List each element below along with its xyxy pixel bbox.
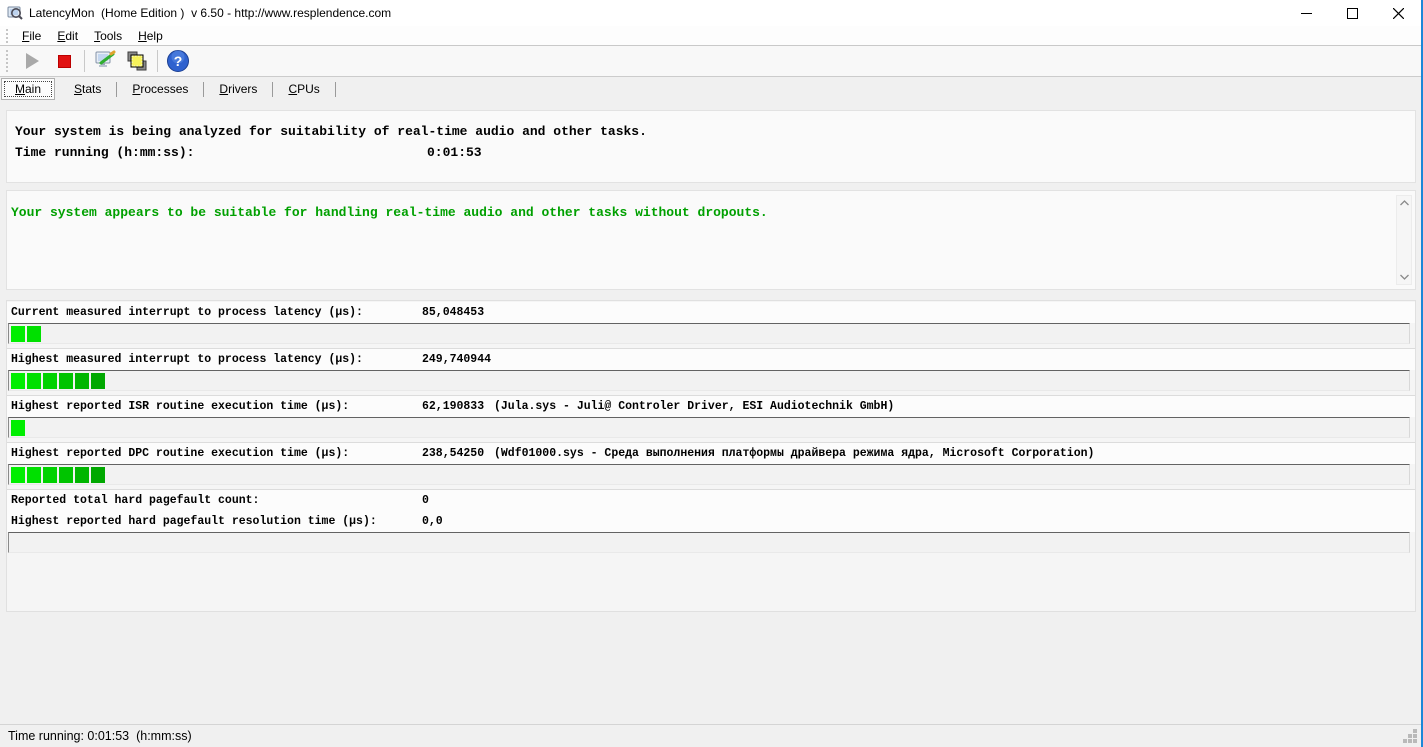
latency-bar-segment: [59, 467, 73, 483]
measurements-panel: Current measured interrupt to process la…: [6, 300, 1416, 612]
scroll-down-button[interactable]: [1397, 270, 1411, 284]
maximize-button[interactable]: [1329, 0, 1375, 26]
stop-monitor-button[interactable]: [50, 48, 78, 74]
latency-bar: [8, 417, 1410, 438]
toolbar-separator: [84, 50, 85, 72]
latency-bar-segment: [91, 467, 105, 483]
app-icon: [7, 5, 23, 21]
tool-bar: ?: [0, 46, 1421, 77]
measurement-row: Highest reported DPC routine execution t…: [7, 443, 1415, 490]
help-button[interactable]: ?: [164, 48, 192, 74]
tab-stats[interactable]: Stats: [61, 78, 114, 100]
tab-separator: [335, 82, 336, 97]
tab-drivers[interactable]: Drivers: [206, 78, 270, 100]
analysis-status-text: Your system is being analyzed for suitab…: [15, 121, 1415, 142]
play-icon: [26, 53, 39, 69]
close-button[interactable]: [1375, 0, 1421, 26]
measurement-value: 62,190833: [422, 396, 484, 417]
processes-icon: [125, 49, 149, 73]
menu-help[interactable]: Help: [130, 26, 171, 45]
client-area: Your system is being analyzed for suitab…: [0, 101, 1421, 724]
maximize-icon: [1347, 8, 1358, 19]
measurement-label: Highest measured interrupt to process la…: [11, 353, 363, 366]
measurement-label: Highest reported ISR routine execution t…: [11, 400, 349, 413]
latency-bar-segment: [27, 373, 41, 389]
status-bar: Time running: 0:01:53 (h:mm:ss): [0, 724, 1421, 747]
title-bar: LatencyMon (Home Edition ) v 6.50 - http…: [0, 0, 1421, 26]
menu-tools[interactable]: Tools: [86, 26, 130, 45]
options-icon: [93, 49, 117, 73]
measurement-driver-detail: (Jula.sys - Juli@ Controler Driver, ESI …: [494, 396, 894, 417]
latency-bar-segment: [43, 467, 57, 483]
latency-bar-segment: [91, 373, 105, 389]
measurement-row: Reported total hard pagefault count: 0: [7, 490, 1415, 511]
measurement-value: 0: [422, 490, 429, 511]
close-icon: [1393, 8, 1404, 19]
suitability-scrollbar[interactable]: [1396, 195, 1412, 285]
latency-bar-segment: [27, 326, 41, 342]
window-title: LatencyMon (Home Edition ) v 6.50 - http…: [29, 6, 391, 20]
tab-separator: [116, 82, 117, 97]
measurement-value: 85,048453: [422, 302, 484, 323]
latency-bar-segment: [75, 373, 89, 389]
stop-icon: [58, 55, 71, 68]
latency-bar-segment: [11, 467, 25, 483]
latency-bar-segment: [11, 326, 25, 342]
measurement-value: 238,54250: [422, 443, 484, 464]
measurement-value: 0,0: [422, 511, 443, 532]
tab-main[interactable]: Main: [1, 78, 55, 100]
analysis-info-panel: Your system is being analyzed for suitab…: [6, 110, 1416, 183]
menu-bar: File Edit Tools Help: [0, 26, 1421, 46]
start-monitor-button[interactable]: [18, 48, 46, 74]
tab-processes[interactable]: Processes: [119, 78, 201, 100]
latency-bar-segment: [27, 467, 41, 483]
latency-bar: [8, 323, 1410, 344]
suitability-panel: Your system appears to be suitable for h…: [6, 190, 1416, 290]
processes-button[interactable]: [123, 48, 151, 74]
latency-bar-segment: [11, 420, 25, 436]
time-running-label: Time running (h:mm:ss):: [15, 145, 194, 160]
latency-bar-segment: [75, 467, 89, 483]
latencymon-window: LatencyMon (Home Edition ) v 6.50 - http…: [0, 0, 1423, 747]
options-button[interactable]: [91, 48, 119, 74]
measurement-label: Current measured interrupt to process la…: [11, 306, 363, 319]
measurement-value: 249,740944: [422, 349, 491, 370]
time-running-row: Time running (h:mm:ss): 0:01:53: [15, 142, 1415, 163]
tab-bar: Main Stats Processes Drivers CPUs: [0, 77, 1421, 101]
measurement-row: Highest reported hard pagefault resoluti…: [7, 511, 1415, 553]
tab-separator: [272, 82, 273, 97]
measurement-row: Highest measured interrupt to process la…: [7, 349, 1415, 396]
resize-grip[interactable]: [1402, 728, 1418, 744]
measurement-row: Highest reported ISR routine execution t…: [7, 396, 1415, 443]
measurement-label: Reported total hard pagefault count:: [11, 494, 259, 507]
tab-cpus[interactable]: CPUs: [275, 78, 332, 100]
suitability-message: Your system appears to be suitable for h…: [11, 203, 1415, 223]
latency-bar-segment: [59, 373, 73, 389]
menu-edit[interactable]: Edit: [49, 26, 86, 45]
tab-separator: [203, 82, 204, 97]
latency-bar-segment: [43, 373, 57, 389]
menu-file[interactable]: File: [14, 26, 49, 45]
measurement-row: Current measured interrupt to process la…: [7, 302, 1415, 349]
latency-bar: [8, 532, 1410, 553]
scroll-up-button[interactable]: [1397, 196, 1411, 210]
minimize-icon: [1301, 8, 1312, 19]
svg-text:?: ?: [174, 53, 183, 69]
latency-bar: [8, 464, 1410, 485]
measurement-label: Highest reported DPC routine execution t…: [11, 447, 349, 460]
latency-bar-segment: [11, 373, 25, 389]
minimize-button[interactable]: [1283, 0, 1329, 26]
toolbar-separator: [157, 50, 158, 72]
chevron-down-icon: [1400, 274, 1409, 280]
time-running-value: 0:01:53: [427, 142, 482, 163]
latency-bar: [8, 370, 1410, 391]
chevron-up-icon: [1400, 200, 1409, 206]
window-controls: [1283, 0, 1421, 26]
statusbar-time-running: Time running: 0:01:53 (h:mm:ss): [8, 729, 192, 743]
measurement-label: Highest reported hard pagefault resoluti…: [11, 515, 377, 528]
help-icon: ?: [166, 49, 190, 73]
measurement-driver-detail: (Wdf01000.sys - Среда выполнения платфор…: [494, 443, 1094, 464]
